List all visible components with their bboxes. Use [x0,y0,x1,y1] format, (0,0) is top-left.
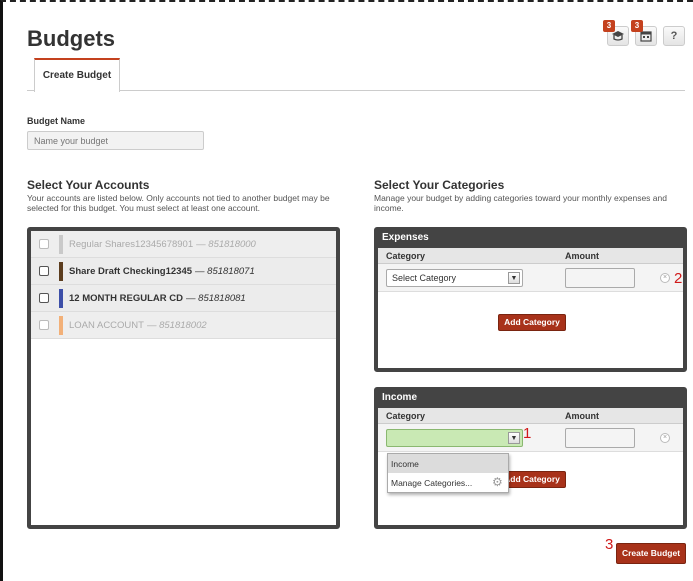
account-color-bar [59,234,63,254]
notification-badge: 3 [631,20,643,32]
select-value: Select Category [392,273,457,283]
income-header: Income [378,391,683,408]
add-expense-category-button[interactable]: Add Category [498,314,566,331]
account-checkbox[interactable] [39,320,49,330]
expense-amount-input[interactable] [565,268,635,288]
income-category-select[interactable]: ▼ [386,429,523,447]
top-icons: 3 3 ? [603,20,685,46]
expenses-header: Expenses [378,231,683,248]
account-color-bar [59,288,63,308]
expense-category-select[interactable]: Select Category ▼ [386,269,523,287]
remove-icon[interactable]: × [660,433,670,443]
account-row: 12 MONTH REGULAR CD — 851818081 [31,285,336,312]
create-budget-button[interactable]: Create Budget [616,543,686,564]
budget-name-label: Budget Name [27,116,86,126]
account-number: — 851818002 [146,319,207,331]
account-checkbox[interactable] [39,266,49,276]
account-row: Regular Shares12345678901 — 851818000 [31,231,336,258]
dropdown-option-manage[interactable]: Manage Categories... ⚙ [388,473,508,492]
account-number: — 851818081 [186,292,246,304]
chevron-down-icon[interactable]: ▼ [508,272,520,284]
expense-row: Select Category ▼ × [378,264,683,292]
chevron-down-icon[interactable]: ▼ [508,432,520,444]
notification-badge: 3 [603,20,615,32]
account-number: — 851818000 [196,238,256,250]
account-name: 12 MONTH REGULAR CD [69,292,184,304]
account-name: Share Draft Checking12345 [69,265,193,277]
income-column-header: Category Amount [378,408,683,424]
tab-create-budget[interactable]: Create Budget [34,58,120,92]
amount-column-label: Amount [565,251,599,261]
amount-column-label: Amount [565,411,599,421]
account-name: Regular Shares12345678901 [69,238,194,250]
account-color-bar [59,261,63,281]
account-row: LOAN ACCOUNT — 851818002 [31,312,336,339]
categories-description: Manage your budget by adding categories … [374,193,667,213]
help-icon[interactable]: ? [663,26,685,46]
account-checkbox[interactable] [39,239,49,249]
account-row: Share Draft Checking12345 — 851818071 [31,258,336,285]
remove-icon[interactable]: × [660,273,670,283]
expenses-panel: Expenses Category Amount Select Category… [374,227,687,372]
accounts-section-title: Select Your Accounts [27,178,150,192]
categories-section-title: Select Your Categories [374,178,505,192]
account-color-bar [59,315,63,335]
annotation-number: 2 [674,270,683,287]
accounts-description: Your accounts are listed below. Only acc… [27,193,330,213]
expenses-column-header: Category Amount [378,248,683,264]
gear-icon: ⚙ [492,475,503,489]
dropdown-option[interactable]: Income [388,454,508,473]
budget-name-input[interactable] [27,131,204,150]
income-amount-input[interactable] [565,428,635,448]
dropdown-option-label: Manage Categories... [391,478,473,488]
account-checkbox[interactable] [39,293,49,303]
calendar-icon[interactable]: 3 [631,20,657,46]
category-column-label: Category [386,411,426,421]
annotation-number: 1 [523,425,532,442]
category-column-label: Category [386,251,426,261]
graduation-cap-icon[interactable]: 3 [603,20,629,46]
account-name: LOAN ACCOUNT [69,319,144,331]
income-category-dropdown: Income Manage Categories... ⚙ [387,453,509,493]
tab-bar: Create Budget [27,58,685,92]
account-number: — 851818071 [195,265,255,277]
annotation-number: 3 [605,536,614,553]
accounts-list: Regular Shares12345678901 — 851818000 Sh… [27,227,340,529]
page-title: Budgets [27,26,115,51]
